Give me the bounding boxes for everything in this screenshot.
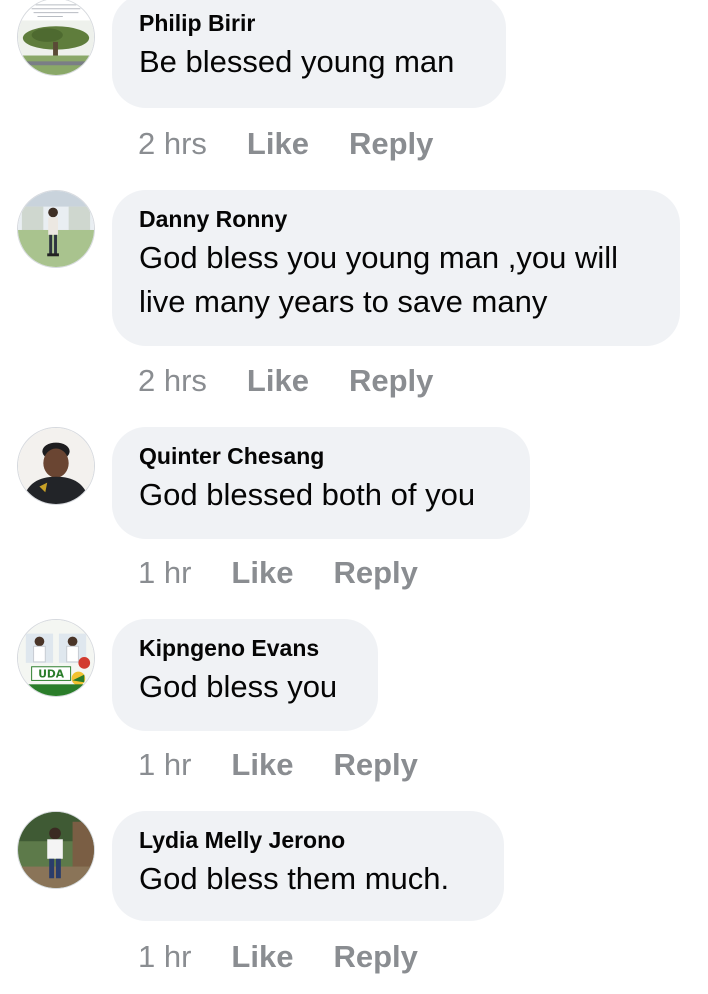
comment-time[interactable]: 2 hrs xyxy=(138,363,207,399)
comment-author[interactable]: Philip Birir xyxy=(139,8,479,38)
comment-bubble: Quinter Chesang God blessed both of you xyxy=(112,427,530,539)
comment-author[interactable]: Danny Ronny xyxy=(139,204,653,234)
reply-button[interactable]: Reply xyxy=(333,747,417,783)
comment-time[interactable]: 1 hr xyxy=(138,747,191,783)
like-button[interactable]: Like xyxy=(231,555,293,591)
uda-poster-icon: UDA xyxy=(18,620,94,696)
comment-author[interactable]: Kipngeno Evans xyxy=(139,633,351,663)
comment-meta: 1 hr Like Reply xyxy=(138,553,418,593)
like-button[interactable]: Like xyxy=(247,126,309,162)
comment-meta: 2 hrs Like Reply xyxy=(138,361,433,401)
comment-text: God blessed both of you xyxy=(139,477,476,512)
reply-button[interactable]: Reply xyxy=(333,555,417,591)
comment-author[interactable]: Lydia Melly Jerono xyxy=(139,825,477,855)
avatar[interactable] xyxy=(17,190,95,268)
person-photo-icon xyxy=(18,191,94,267)
comment-bubble: Kipngeno Evans God bless you xyxy=(112,619,378,731)
avatar[interactable] xyxy=(17,0,95,76)
like-button[interactable]: Like xyxy=(247,363,309,399)
comment-text: God bless them much. xyxy=(139,861,450,896)
comment-bubble: Lydia Melly Jerono God bless them much. xyxy=(112,811,504,921)
reply-button[interactable]: Reply xyxy=(349,363,433,399)
comment-author[interactable]: Quinter Chesang xyxy=(139,441,503,471)
comment-bubble: Philip Birir Be blessed young man xyxy=(112,0,506,108)
comment-text: God bless you young man ,you will live m… xyxy=(139,240,619,319)
reply-button[interactable]: Reply xyxy=(333,939,417,975)
comment-text: Be blessed young man xyxy=(139,44,455,79)
uda-badge-text: UDA xyxy=(38,667,65,680)
person-photo-icon xyxy=(18,428,94,504)
comment-bubble: Danny Ronny God bless you young man ,you… xyxy=(112,190,680,346)
comment-meta: 2 hrs Like Reply xyxy=(138,124,433,164)
avatar[interactable] xyxy=(17,811,95,889)
like-button[interactable]: Like xyxy=(231,747,293,783)
comment-text: God bless you xyxy=(139,669,338,704)
reply-button[interactable]: Reply xyxy=(349,126,433,162)
comment-time[interactable]: 1 hr xyxy=(138,555,191,591)
tree-photo-icon xyxy=(18,0,94,75)
comment-meta: 1 hr Like Reply xyxy=(138,745,418,785)
like-button[interactable]: Like xyxy=(231,939,293,975)
comment-meta: 1 hr Like Reply xyxy=(138,937,418,977)
comment-time[interactable]: 1 hr xyxy=(138,939,191,975)
person-photo-icon xyxy=(18,812,94,888)
comment-time[interactable]: 2 hrs xyxy=(138,126,207,162)
avatar[interactable]: UDA xyxy=(17,619,95,697)
avatar[interactable] xyxy=(17,427,95,505)
